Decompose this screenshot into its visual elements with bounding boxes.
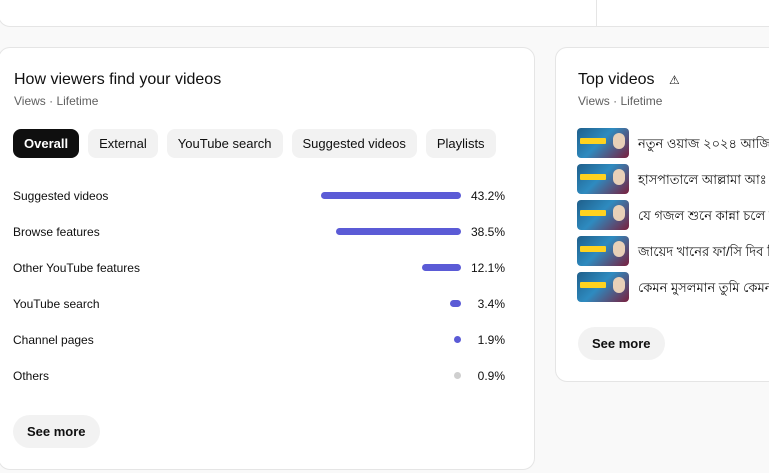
video-thumbnail[interactable] bbox=[577, 236, 629, 266]
card-title: Top videos ⚠ bbox=[578, 71, 680, 89]
source-percent: 38.5% bbox=[470, 225, 505, 239]
source-bar bbox=[336, 228, 461, 235]
top-videos-card: Top videos ⚠ Views · Lifetime নতুন ওয়াজ… bbox=[555, 47, 769, 382]
video-thumbnail[interactable] bbox=[577, 272, 629, 302]
source-percent: 43.2% bbox=[470, 189, 505, 203]
top-videos-title: Top videos bbox=[578, 71, 655, 88]
source-bar bbox=[321, 192, 461, 199]
card-subtitle: Views · Lifetime bbox=[14, 94, 99, 108]
traffic-source-row: Suggested videos 43.2% bbox=[13, 185, 523, 221]
source-bar bbox=[454, 372, 461, 379]
filter-chips: Overall External YouTube search Suggeste… bbox=[13, 129, 496, 158]
traffic-source-list: Suggested videos 43.2% Browse features 3… bbox=[13, 185, 523, 401]
card-subtitle: Views · Lifetime bbox=[578, 94, 663, 108]
source-percent: 0.9% bbox=[477, 369, 505, 383]
source-bar bbox=[450, 300, 461, 307]
source-label: Other YouTube features bbox=[13, 261, 140, 275]
traffic-source-row: Others 0.9% bbox=[13, 365, 523, 401]
video-thumbnail[interactable] bbox=[577, 128, 629, 158]
video-thumbnail[interactable] bbox=[577, 164, 629, 194]
traffic-sources-card: How viewers find your videos Views · Lif… bbox=[0, 47, 535, 470]
video-title[interactable]: নতুন ওয়াজ ২০২৪ আজিজু bbox=[638, 135, 769, 156]
video-title[interactable]: কেমন মুসলমান তুমি কেমন bbox=[638, 279, 769, 300]
traffic-source-row: YouTube search 3.4% bbox=[13, 293, 523, 329]
header-strip bbox=[0, 0, 769, 27]
source-percent: 3.4% bbox=[477, 297, 505, 311]
video-title[interactable]: যে গজল শুনে কান্না চলে আ bbox=[638, 207, 769, 228]
chip-playlists[interactable]: Playlists bbox=[425, 129, 496, 158]
chip-youtube-search[interactable]: YouTube search bbox=[166, 129, 283, 158]
card-title: How viewers find your videos bbox=[14, 71, 222, 88]
source-percent: 1.9% bbox=[477, 333, 505, 347]
chip-overall[interactable]: Overall bbox=[13, 129, 80, 158]
video-title[interactable]: হাসপাতালে আল্লামা আঃ বা bbox=[638, 171, 769, 192]
video-thumbnail[interactable] bbox=[577, 200, 629, 230]
video-title[interactable]: জায়েদ খানের ফা/সি দিব বি bbox=[638, 243, 769, 264]
traffic-source-row: Browse features 38.5% bbox=[13, 221, 523, 257]
traffic-source-row: Channel pages 1.9% bbox=[13, 329, 523, 365]
see-more-button[interactable]: See more bbox=[578, 327, 665, 360]
source-bar bbox=[422, 264, 461, 271]
source-percent: 12.1% bbox=[470, 261, 505, 275]
chip-suggested-videos[interactable]: Suggested videos bbox=[291, 129, 417, 158]
warning-icon[interactable]: ⚠ bbox=[669, 73, 680, 87]
source-label: Others bbox=[13, 369, 50, 383]
source-label: Browse features bbox=[13, 225, 100, 239]
chip-external[interactable]: External bbox=[88, 129, 158, 158]
see-more-button[interactable]: See more bbox=[13, 415, 100, 448]
traffic-source-row: Other YouTube features 12.1% bbox=[13, 257, 523, 293]
header-divider bbox=[596, 0, 597, 26]
source-label: YouTube search bbox=[13, 297, 100, 311]
source-label: Suggested videos bbox=[13, 189, 109, 203]
source-label: Channel pages bbox=[13, 333, 94, 347]
source-bar bbox=[454, 336, 461, 343]
